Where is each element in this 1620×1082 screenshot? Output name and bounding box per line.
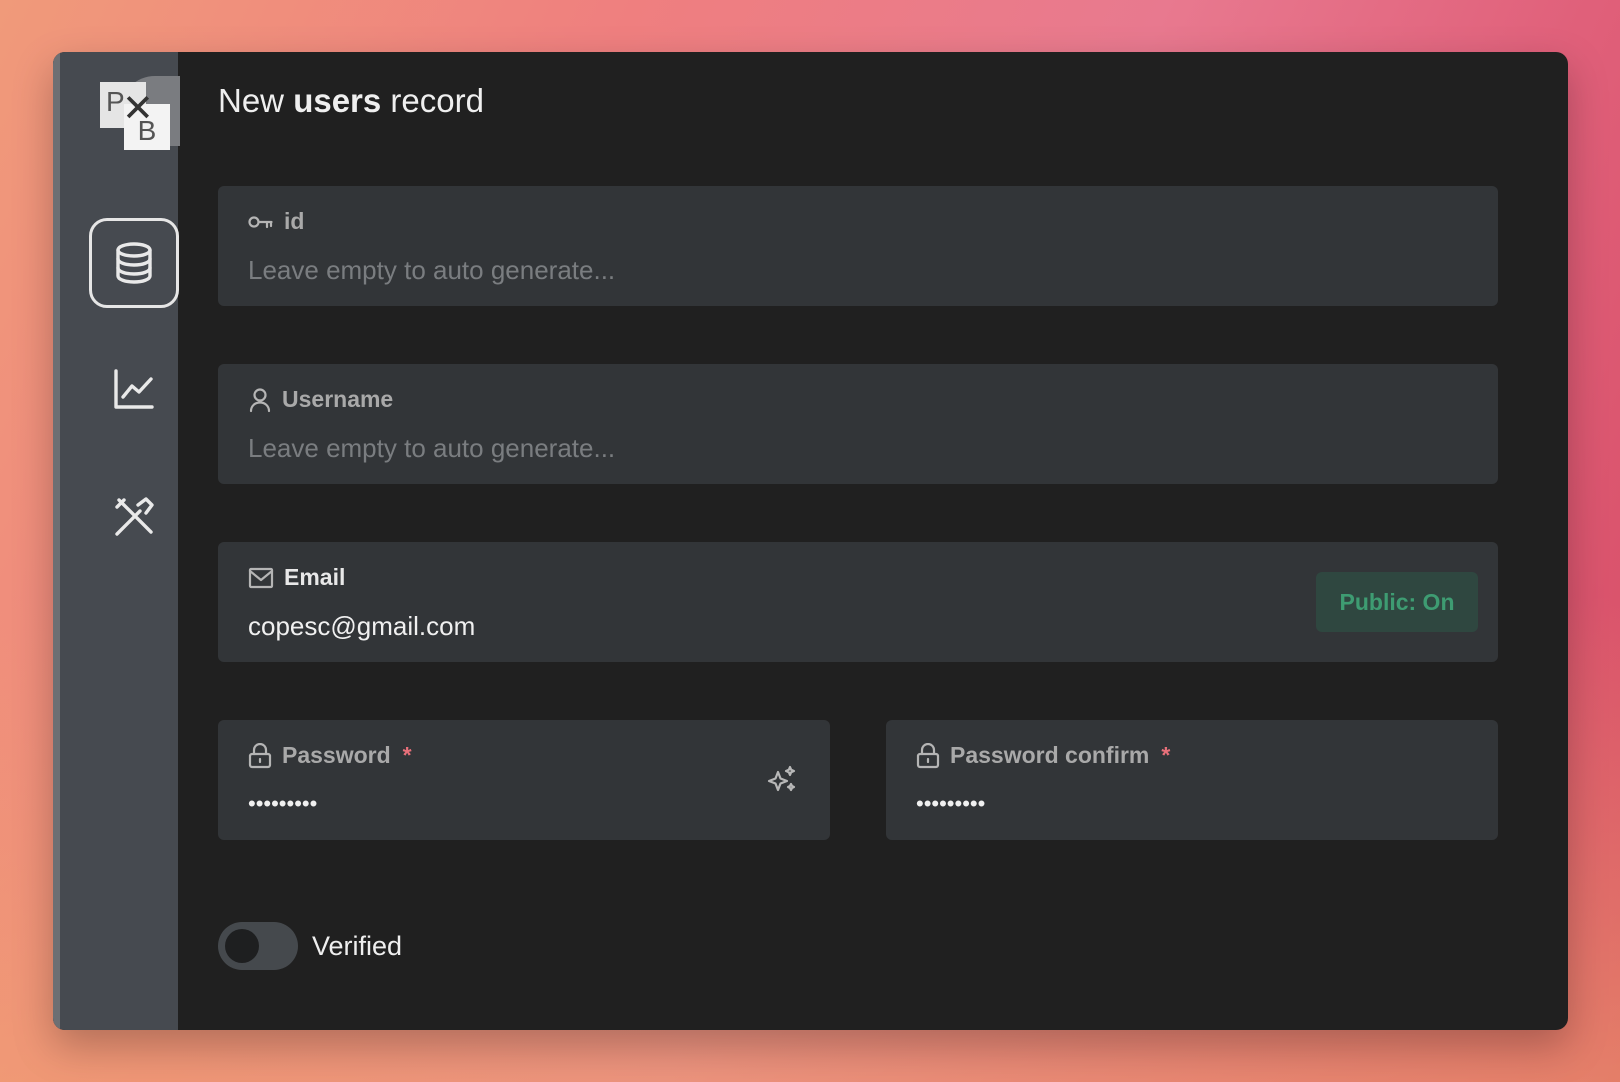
verified-toggle[interactable]: [218, 922, 298, 970]
password-label: Password *: [248, 742, 412, 769]
id-label: id: [248, 208, 304, 235]
username-label: Username: [248, 386, 393, 413]
tools-icon: [115, 497, 154, 536]
sidebar-item-settings[interactable]: [89, 472, 179, 562]
username-field: Username: [218, 364, 1498, 484]
email-label: Email: [248, 564, 345, 591]
email-field: Email Public: On: [218, 542, 1498, 662]
password-confirm-label: Password confirm *: [916, 742, 1170, 769]
database-icon: [116, 242, 152, 284]
verified-label: Verified: [312, 930, 403, 961]
sidebar-item-collections[interactable]: [89, 218, 179, 308]
toggle-knob: [225, 929, 259, 963]
chart-line-icon: [114, 369, 154, 409]
password-confirm-input[interactable]: [916, 786, 1406, 822]
password-confirm-field: Password confirm *: [886, 720, 1498, 840]
key-icon: [248, 215, 273, 228]
email-input[interactable]: [248, 608, 1272, 644]
password-input[interactable]: [248, 786, 677, 822]
id-input[interactable]: [248, 252, 1272, 288]
generate-password-button[interactable]: [766, 764, 798, 800]
lock-icon: [916, 742, 940, 768]
sparkle-icon: [767, 765, 796, 792]
pocketbase-logo[interactable]: P B ✕: [100, 76, 180, 150]
record-panel: P B ✕ New users record id Leave empty to…: [53, 52, 1568, 1030]
page-title: New users record: [218, 82, 484, 119]
main-content: New users record id Username: [178, 52, 1568, 1030]
id-field: id: [218, 186, 1498, 306]
verified-row: Verified: [218, 922, 402, 970]
sidebar-item-logs[interactable]: [89, 344, 179, 434]
sidebar: P B ✕: [53, 52, 180, 1030]
username-input[interactable]: [248, 430, 1272, 466]
lock-icon: [248, 742, 272, 768]
mail-icon: [248, 567, 274, 588]
public-toggle-button[interactable]: Public: On: [1316, 572, 1478, 632]
user-icon: [249, 387, 271, 412]
password-field: Password *: [218, 720, 830, 840]
